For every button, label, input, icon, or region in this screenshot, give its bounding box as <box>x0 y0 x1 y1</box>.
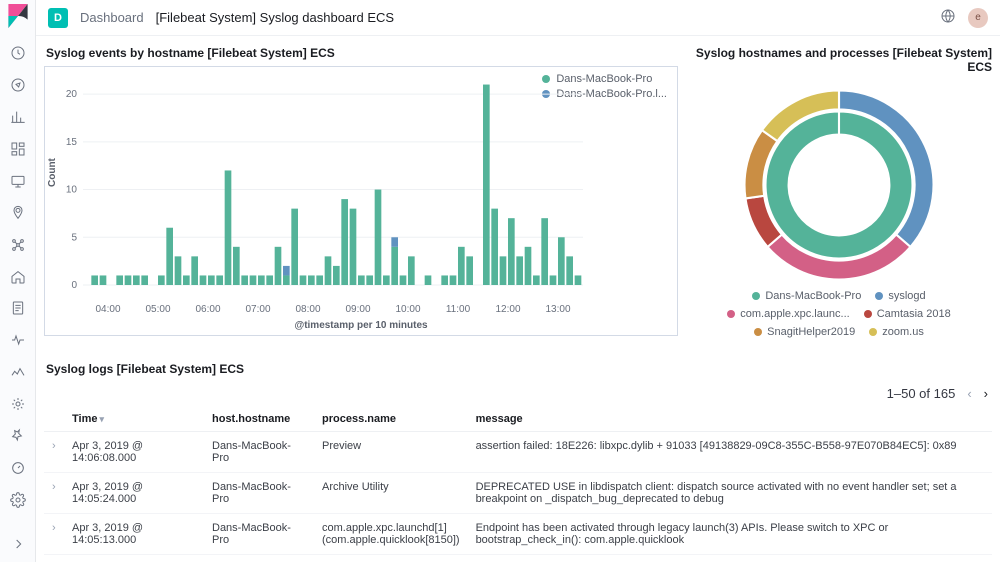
expand-icon[interactable]: › <box>44 432 64 473</box>
th-proc[interactable]: process.name <box>314 407 468 432</box>
siem-icon[interactable] <box>8 394 28 414</box>
recent-icon[interactable] <box>8 43 28 63</box>
cell-time: Apr 3, 2019 @ 14:03:36.000 <box>64 555 204 562</box>
cell-proc: Archive Utility <box>314 473 468 514</box>
table-row[interactable]: ›Apr 3, 2019 @ 14:05:24.000Dans-MacBook-… <box>44 473 992 514</box>
syslog-table: Time▾ host.hostname process.name message… <box>44 407 992 562</box>
pager-prev-icon[interactable]: ‹ <box>967 386 971 401</box>
top-bar: D Dashboard [Filebeat System] Syslog das… <box>36 0 1000 36</box>
table-row[interactable]: ›Apr 3, 2019 @ 14:06:08.000Dans-MacBook-… <box>44 432 992 473</box>
visualize-icon[interactable] <box>8 107 28 127</box>
pager-next-icon[interactable]: › <box>984 386 988 401</box>
expand-icon[interactable]: › <box>44 473 64 514</box>
donut-legend: Dans-MacBook-Pro syslogd com.apple.xpc.l… <box>686 290 992 338</box>
cell-proc: com.apple.xpc.launchd[1] (com.apple.quic… <box>314 514 468 555</box>
svg-text:15: 15 <box>66 137 78 148</box>
th-host[interactable]: host.hostname <box>204 407 314 432</box>
y-axis-label: Count <box>47 158 58 187</box>
management-icon[interactable] <box>8 490 28 510</box>
maps-icon[interactable] <box>8 203 28 223</box>
uptime-icon[interactable] <box>8 362 28 382</box>
side-nav <box>0 0 36 562</box>
cell-host: Dans-MacBook-Pro <box>204 555 314 562</box>
cell-time: Apr 3, 2019 @ 14:05:13.000 <box>64 514 204 555</box>
cell-msg: DEPRECATED USE in libdispatch client: di… <box>468 473 992 514</box>
donut-chart[interactable]: Dans-MacBook-Pro syslogd com.apple.xpc.l… <box>686 80 992 350</box>
breadcrumb-root[interactable]: Dashboard <box>80 10 144 25</box>
breadcrumb-current: [Filebeat System] Syslog dashboard ECS <box>156 10 394 25</box>
dashboard-icon[interactable] <box>8 139 28 159</box>
cell-proc: Preview <box>314 432 468 473</box>
x-axis-label: @timestamp per 10 minutes <box>45 320 677 331</box>
cell-msg: assertion failed: 18E226: libxpc.dylib +… <box>468 432 992 473</box>
table-pager: 1–50 of 165 ‹ › <box>44 382 992 407</box>
table-row[interactable]: ›Apr 3, 2019 @ 14:03:36.000Dans-MacBook-… <box>44 555 992 562</box>
newsfeed-icon[interactable] <box>940 8 956 27</box>
svg-text:5: 5 <box>71 232 77 243</box>
user-avatar[interactable]: e <box>968 8 988 28</box>
svg-text:10: 10 <box>66 185 78 196</box>
bar-chart[interactable]: Dans-MacBook-Pro Dans-MacBook-Pro.l... C… <box>44 66 678 336</box>
cell-time: Apr 3, 2019 @ 14:05:24.000 <box>64 473 204 514</box>
cell-host: Dans-MacBook-Pro <box>204 514 314 555</box>
donut-chart-title: Syslog hostnames and processes [Filebeat… <box>688 46 992 74</box>
expand-icon[interactable]: › <box>44 555 64 562</box>
logs-icon[interactable] <box>8 299 28 319</box>
expand-icon[interactable]: › <box>44 514 64 555</box>
kibana-logo[interactable] <box>8 4 28 31</box>
cell-host: Dans-MacBook-Pro <box>204 473 314 514</box>
pager-status: 1–50 of 165 <box>887 386 956 401</box>
cell-proc: syslogd <box>314 555 468 562</box>
discover-icon[interactable] <box>8 75 28 95</box>
cell-msg: Endpoint has been activated through lega… <box>468 514 992 555</box>
canvas-icon[interactable] <box>8 171 28 191</box>
dev-tools-icon[interactable] <box>8 426 28 446</box>
th-time[interactable]: Time▾ <box>64 407 204 432</box>
collapse-icon[interactable] <box>8 534 28 554</box>
table-title: Syslog logs [Filebeat System] ECS <box>46 362 992 376</box>
cell-time: Apr 3, 2019 @ 14:06:08.000 <box>64 432 204 473</box>
space-badge[interactable]: D <box>48 8 68 28</box>
th-msg[interactable]: message <box>468 407 992 432</box>
monitoring-icon[interactable] <box>8 458 28 478</box>
cell-host: Dans-MacBook-Pro <box>204 432 314 473</box>
table-row[interactable]: ›Apr 3, 2019 @ 14:05:13.000Dans-MacBook-… <box>44 514 992 555</box>
svg-text:20: 20 <box>66 89 78 100</box>
cell-msg: ASL Sender Statistics <box>468 555 992 562</box>
apm-icon[interactable] <box>8 330 28 350</box>
bar-chart-title: Syslog events by hostname [Filebeat Syst… <box>46 46 678 60</box>
ml-icon[interactable] <box>8 235 28 255</box>
infra-icon[interactable] <box>8 267 28 287</box>
svg-text:0: 0 <box>71 280 77 291</box>
